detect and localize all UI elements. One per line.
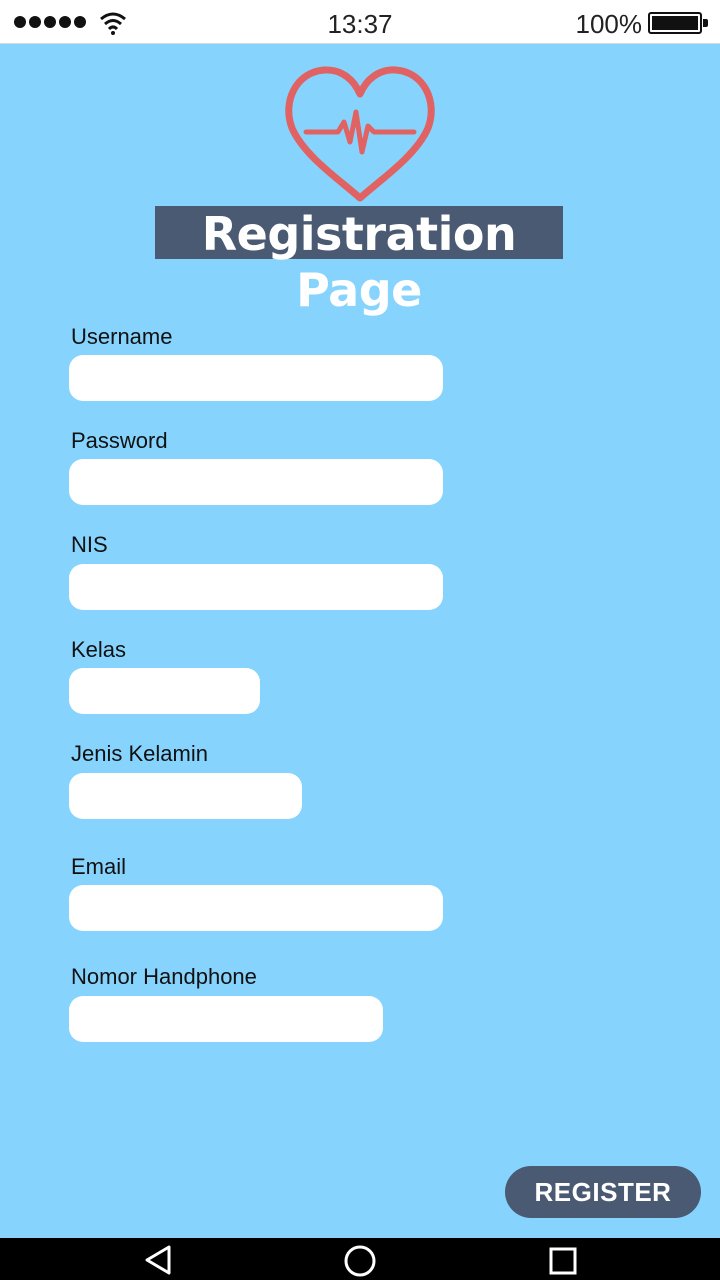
- nomor-handphone-label: Nomor Handphone: [71, 964, 257, 989]
- jenis-kelamin-label: Jenis Kelamin: [71, 741, 208, 766]
- battery-icon: [648, 12, 708, 34]
- back-triangle-icon[interactable]: [143, 1244, 173, 1276]
- username-label: Username: [71, 324, 173, 349]
- password-field[interactable]: [69, 459, 443, 505]
- nis-field[interactable]: [69, 564, 443, 610]
- page-title: Registration Page: [155, 206, 563, 317]
- username-field[interactable]: [69, 355, 443, 401]
- kelas-label: Kelas: [71, 637, 127, 662]
- home-circle-icon[interactable]: [343, 1244, 377, 1278]
- email-field[interactable]: [69, 885, 443, 931]
- nis-label: NIS: [71, 532, 108, 557]
- navigation-bar: [0, 1238, 720, 1280]
- heart-pulse-icon: [285, 66, 435, 202]
- status-bar: 13:37 100%: [0, 0, 720, 44]
- recent-square-icon[interactable]: [548, 1246, 578, 1276]
- password-label: Password: [71, 428, 168, 453]
- nomor-handphone-field[interactable]: [69, 996, 383, 1042]
- battery-percent: 100%: [575, 9, 643, 39]
- jenis-kelamin-field[interactable]: [69, 773, 302, 819]
- register-button[interactable]: REGISTER: [505, 1166, 701, 1218]
- email-label: Email: [71, 854, 127, 879]
- kelas-field[interactable]: [69, 668, 260, 714]
